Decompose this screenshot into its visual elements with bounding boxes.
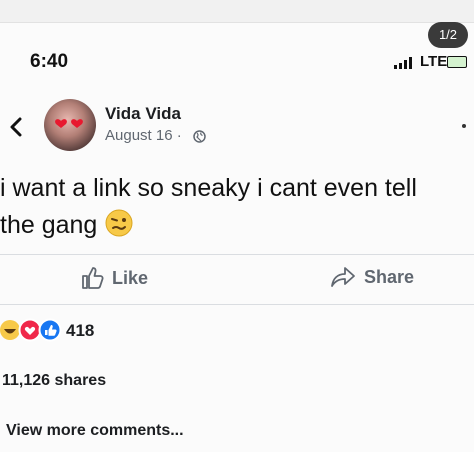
more-options-icon[interactable]: [462, 124, 466, 128]
shares-count[interactable]: 11,126 shares: [2, 372, 106, 390]
thumbs-up-icon: [82, 267, 104, 289]
avatar[interactable]: [44, 99, 96, 151]
globe-icon: [193, 130, 206, 143]
woozy-face-icon: [105, 209, 133, 237]
love-reaction-icon: [18, 318, 42, 342]
author-name[interactable]: Vida Vida: [105, 104, 181, 124]
image-pager[interactable]: 1/2: [428, 22, 468, 48]
reaction-count[interactable]: 418: [66, 321, 94, 341]
viewer-top-strip: [0, 0, 474, 22]
divider-top-actions: [0, 254, 474, 255]
battery-icon: [447, 56, 467, 68]
share-button[interactable]: Share: [330, 265, 414, 289]
status-time: 6:40: [30, 51, 69, 72]
avatar-heart-eyes-icon: [55, 119, 83, 128]
haha-reaction-icon: [0, 320, 20, 340]
view-more-comments-link[interactable]: View more comments...: [6, 422, 184, 440]
divider-bottom-actions: [0, 304, 474, 305]
network-label: LTE: [420, 53, 448, 70]
post-text-line-1: i want a link so sneaky i cant even tell: [0, 174, 417, 202]
signal-icon: [394, 57, 412, 69]
post-date[interactable]: August 16 ·: [105, 127, 182, 144]
like-reaction-icon: [38, 318, 62, 342]
reaction-icons[interactable]: [0, 318, 70, 342]
post-text: i want a link so sneaky i cant even tell…: [0, 170, 474, 244]
share-arrow-icon: [331, 267, 355, 287]
post-text-line-2: the gang: [0, 211, 98, 239]
viewer-top-divider: [0, 22, 474, 23]
post-text-line-2-wrap: the gang: [0, 207, 474, 244]
like-button[interactable]: Like: [80, 265, 148, 291]
back-arrow-icon[interactable]: [6, 114, 28, 140]
share-label: Share: [364, 266, 415, 287]
like-label: Like: [112, 267, 149, 288]
